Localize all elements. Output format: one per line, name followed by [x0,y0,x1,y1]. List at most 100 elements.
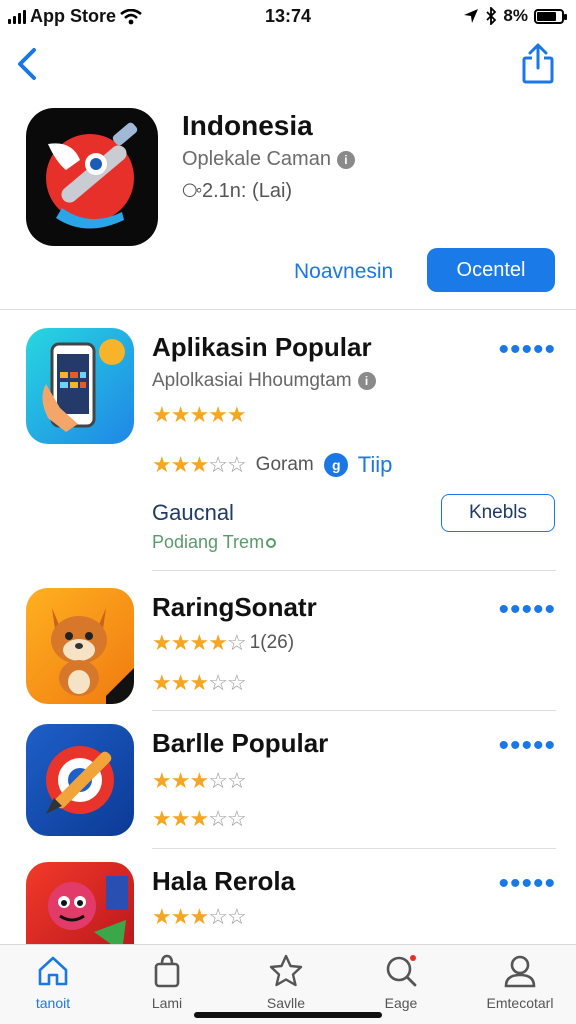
tab-label: Emtecotarl [486,995,554,1011]
app-name: Hala Rerola [152,866,296,896]
rating-stars: ★★★☆☆ [152,806,247,832]
star-empty-icon: ☆ [226,630,247,655]
rating-stars: ★★★★★ [152,402,247,428]
star-filled-icon: ★ [170,806,191,831]
section-subtitle-text: Podiang Trem [152,532,265,552]
more-button[interactable]: ••••• [498,335,556,365]
tab-search[interactable]: Eage [346,953,456,1011]
divider [152,570,556,571]
star-filled-icon: ★ [152,402,172,427]
divider [152,848,556,849]
list-item[interactable]: Hala Rerola ••••• ★★★☆☆ [0,862,576,944]
app-header: Indonesia Oplekale Caman i ⧂2.1n: (Lai) … [0,104,576,310]
tab-label: Savlle [266,995,306,1011]
battery-icon [534,8,567,24]
star-filled-icon: ★ [189,630,209,655]
list-item[interactable]: Aplikasin Popular ••••• Aplolkasiai Hhou… [0,328,576,570]
star-filled-icon: ★ [152,670,172,695]
info-icon[interactable]: i [357,372,376,390]
status-bar: App Store 13:74 8% [0,0,576,34]
star-filled-icon: ★ [152,452,172,477]
rating-row: ★★★☆☆ Goram g Tiip [152,452,392,478]
star-filled-icon: ★ [208,630,228,655]
tab-account[interactable]: Emtecotarl [465,953,575,1011]
app-subtitle-text: Aplolkasiai Hhoumgtam [152,370,352,391]
star-filled-icon: ★ [152,806,172,831]
share-icon [522,43,554,84]
tab-saved[interactable]: Savlle [231,953,341,1011]
bag-icon [154,954,180,988]
star-filled-icon: ★ [189,402,209,427]
star-icon [269,954,303,987]
rating-count: 1(26) [249,632,295,653]
star-filled-icon: ★ [170,402,191,427]
tab-label: tanoit [35,995,71,1011]
star-filled-icon: ★ [152,768,172,793]
star-filled-icon: ★ [170,670,191,695]
list-item[interactable]: RaringSonatr ••••• ★★★★☆ 1(26) ★★★☆☆ [0,588,576,708]
phone-app-icon [42,339,125,432]
home-indicator [194,1012,382,1018]
home-icon [38,956,68,986]
app-title: Indonesia [182,110,313,141]
section-subtitle: Podiang Trem [152,532,277,553]
star-empty-icon: ☆ [208,670,228,695]
app-icon[interactable] [26,328,134,444]
star-filled-icon: ★ [170,452,191,477]
tab-apps[interactable]: Lami [112,953,222,1011]
app-icon[interactable] [26,588,134,704]
status-right: 8% [463,6,567,26]
bluetooth-icon [486,7,497,25]
star-filled-icon: ★ [189,452,209,477]
star-empty-icon: ☆ [226,904,247,929]
rating-stars: ★★★☆☆ [152,452,247,478]
share-button[interactable] [520,42,556,86]
get-button[interactable]: Ocentel [427,248,555,292]
rating-stars: ★★★★☆ [152,630,247,656]
divider [152,710,556,711]
chevron-left-icon [18,48,36,80]
info-icon[interactable]: i [336,150,355,169]
app-icon[interactable] [26,108,158,246]
star-empty-icon: ☆ [226,768,247,793]
tip-label[interactable]: Tiip [358,452,393,478]
star-filled-icon: ★ [226,402,247,427]
app-icon[interactable] [26,862,134,944]
rating-stars: ★★★☆☆ [152,768,247,794]
action-button[interactable]: Knebls [441,494,555,532]
search-icon [386,955,417,987]
rating-stars: ★★★☆☆ [152,670,247,696]
more-button[interactable]: ••••• [498,731,556,761]
app-icon[interactable] [26,724,134,836]
star-filled-icon: ★ [152,630,172,655]
tip-icon: g [323,453,348,477]
star-filled-icon: ★ [189,670,209,695]
location-icon [464,9,479,23]
app-name: Aplikasin Popular [152,332,372,362]
star-empty-icon: ☆ [208,768,228,793]
target-app-icon [46,746,114,814]
monster-app-icon [48,876,128,944]
star-filled-icon: ★ [189,806,209,831]
star-filled-icon: ★ [170,904,191,929]
app-name: RaringSonatr [152,592,317,622]
secondary-link[interactable]: Noavnesin [294,260,393,284]
star-filled-icon: ★ [189,768,209,793]
star-empty-icon: ☆ [226,452,247,477]
more-button[interactable]: ••••• [498,595,556,625]
app-meta: ⧂2.1n: (Lai) [182,180,293,202]
back-button[interactable] [12,44,44,84]
star-empty-icon: ☆ [226,806,247,831]
app-logo-icon [46,122,138,229]
star-filled-icon: ★ [208,402,228,427]
battery-fill [537,11,557,21]
rating-row: ★★★★☆ 1(26) [152,630,294,656]
rating-label: Goram [255,454,314,475]
star-filled-icon: ★ [189,904,209,929]
tab-home[interactable]: tanoit [0,953,108,1011]
star-filled-icon: ★ [170,768,191,793]
list-item[interactable]: Barlle Popular ••••• ★★★☆☆ ★★★☆☆ [0,724,576,844]
rating-stars: ★★★☆☆ [152,904,247,930]
app-subtitle-text: Oplekale Caman [182,148,331,170]
more-button[interactable]: ••••• [498,869,556,899]
